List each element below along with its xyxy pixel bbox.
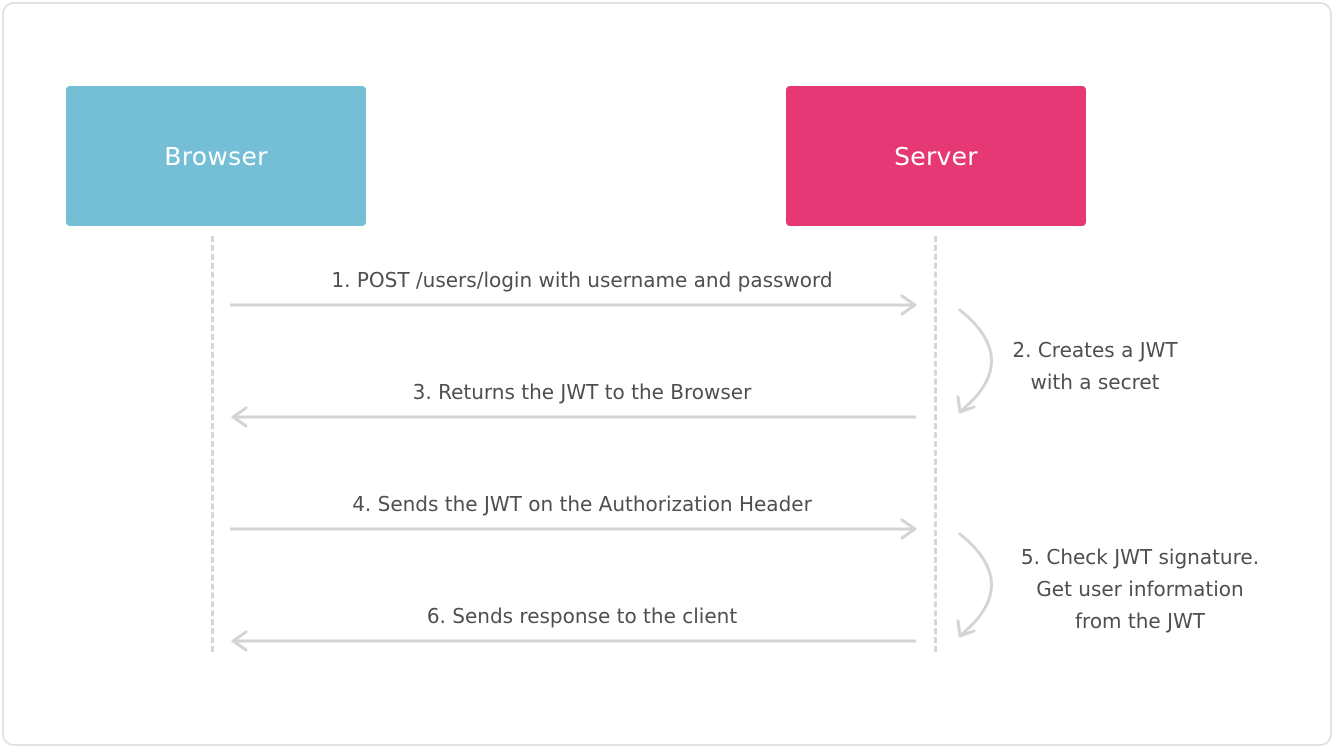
message-arrow-1 <box>230 294 917 316</box>
message-label-3: 3. Returns the JWT to the Browser <box>412 380 752 404</box>
server-note-5-line-2: Get user information <box>1036 577 1244 601</box>
server-note-2: 2. Creates a JWT with a secret <box>1000 334 1190 398</box>
server-note-2-line-2: with a secret <box>1030 370 1160 394</box>
message-arrow-6 <box>231 630 916 652</box>
message-arrow-3 <box>231 406 916 428</box>
server-note-5: 5. Check JWT signature. Get user informa… <box>1004 541 1276 637</box>
message-arrow-4 <box>230 518 917 540</box>
message-label-6: 6. Sends response to the client <box>426 604 738 628</box>
message-label-4: 4. Sends the JWT on the Authorization He… <box>352 492 812 516</box>
message-label-1: 1. POST /users/login with username and p… <box>331 268 833 292</box>
server-note-5-line-1: 5. Check JWT signature. <box>1020 545 1260 569</box>
self-process-arrow-5 <box>956 532 993 638</box>
self-process-arrow-2 <box>956 308 993 414</box>
server-note-2-line-1: 2. Creates a JWT <box>1012 338 1178 362</box>
server-note-5-line-3: from the JWT <box>1075 609 1205 633</box>
diagram-frame: Browser Server 1. POST /users/login with… <box>2 2 1332 746</box>
